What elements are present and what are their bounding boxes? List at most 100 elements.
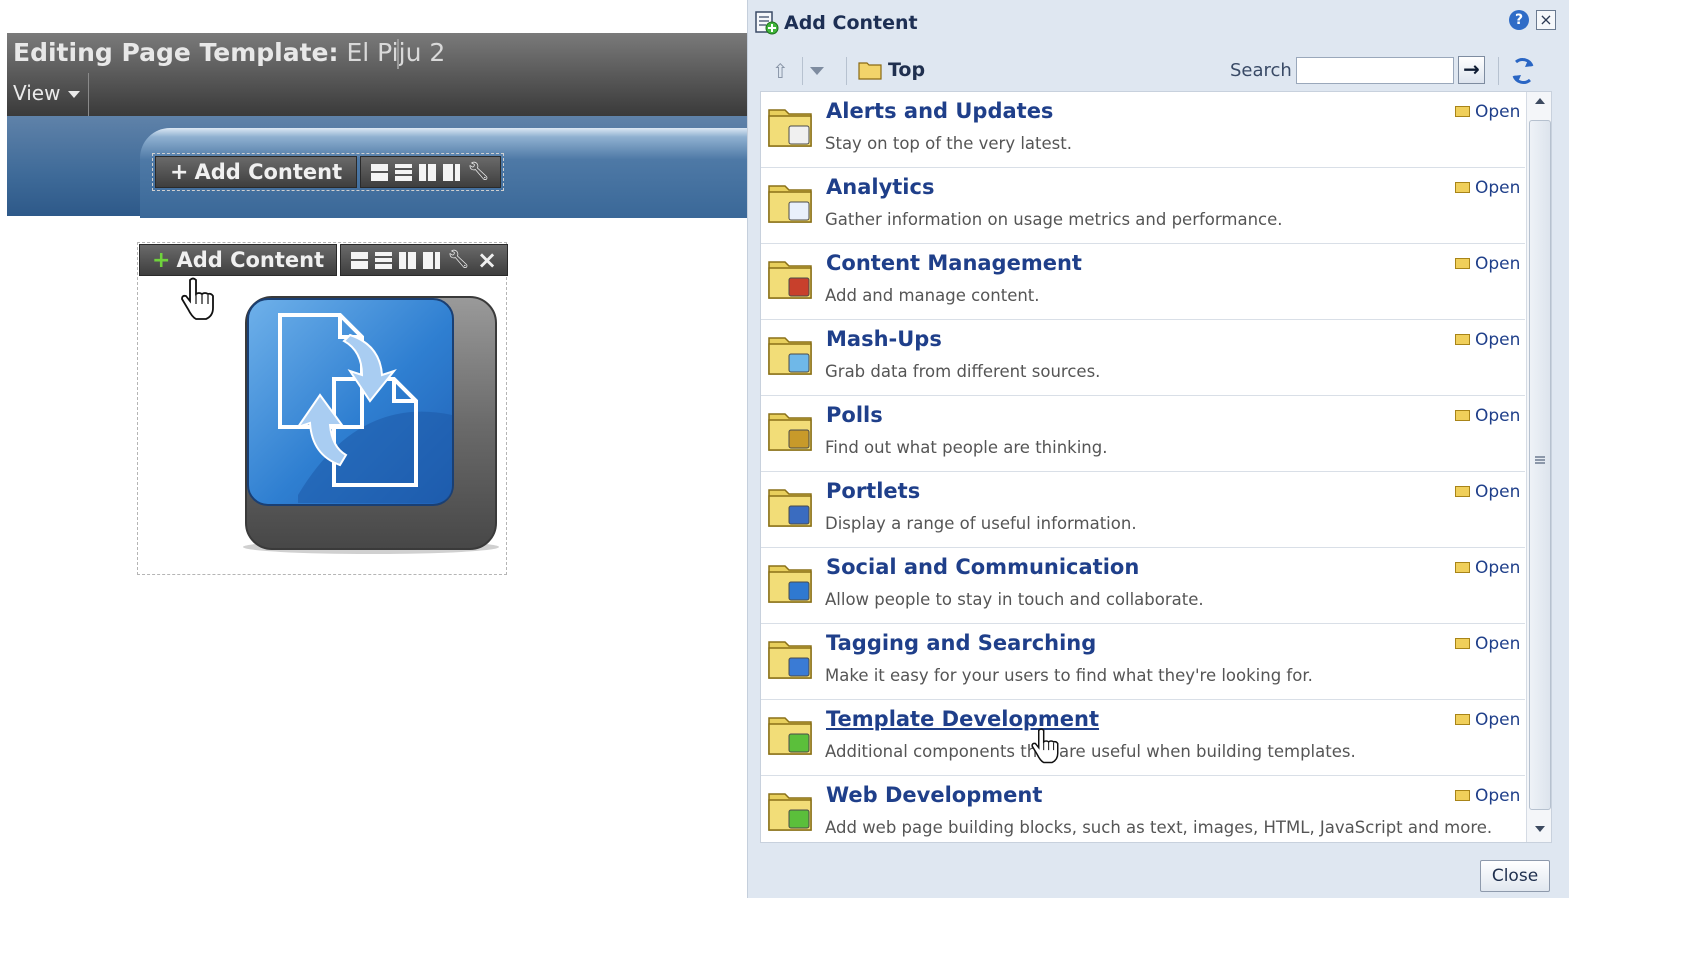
layout-two-columns-icon[interactable] [399,251,417,269]
catalog-list: Alerts and Updates Stay on top of the ver… [760,91,1552,843]
open-link-label: Open [1475,634,1521,654]
breadcrumb-top[interactable]: Top [888,59,925,81]
open-link[interactable]: Open [1455,406,1520,426]
web-folder-icon [768,793,812,831]
catalog-item[interactable]: Content Management Add and manage content… [761,244,1525,320]
open-link[interactable]: Open [1455,178,1520,198]
catalog-item[interactable]: Alerts and Updates Stay on top of the ver… [761,92,1525,168]
catalog-item-description: Find out what people are thinking. [825,438,1108,457]
search-input[interactable] [1296,57,1454,84]
open-folder-icon [1455,561,1470,573]
catalog-item[interactable]: Portlets Display a range of useful inform… [761,472,1525,548]
open-link[interactable]: Open [1455,330,1520,350]
vertical-scrollbar[interactable] [1526,92,1551,842]
wrench-icon[interactable]: 🔧︎ [467,163,490,181]
plus-icon: + [170,159,189,185]
title-separator [397,39,399,69]
open-folder-icon [1455,485,1470,497]
open-link-label: Open [1475,558,1521,578]
content-folder-icon [768,261,812,299]
open-link-label: Open [1475,330,1521,350]
catalog-item-description: Add web page building blocks, such as te… [825,818,1493,837]
catalog-item-title[interactable]: Mash-Ups [826,327,942,351]
open-link[interactable]: Open [1455,558,1520,578]
catalog-item-title[interactable]: Portlets [826,479,920,503]
scroll-up-arrow-icon[interactable] [1535,98,1545,104]
catalog-item-description: Make it easy for your users to find what… [825,666,1313,685]
layout-columns-icon[interactable] [443,163,461,181]
close-icon[interactable]: × [1536,10,1556,30]
catalog-item-title[interactable]: Alerts and Updates [826,99,1053,123]
open-link-label: Open [1475,406,1521,426]
layout-three-rows-icon[interactable] [375,251,393,269]
catalog-item[interactable]: Template Development Additional component… [761,700,1525,776]
open-link[interactable]: Open [1455,634,1520,654]
catalog-item[interactable]: Web Development Add web page building blo… [761,776,1525,842]
view-menu[interactable]: View [7,73,89,116]
help-icon[interactable]: ? [1509,10,1529,30]
catalog-item-description: Display a range of useful information. [825,514,1137,533]
wrench-icon[interactable]: 🔧︎ [447,251,470,269]
analytics-folder-icon [768,185,812,223]
open-folder-icon [1455,789,1470,801]
catalog-item-title[interactable]: Polls [826,403,883,427]
open-folder-icon [1455,105,1470,117]
plus-icon: + [152,247,171,273]
page-title: Editing Page Template: El Piju 2 [13,38,445,67]
catalog-item-description: Add and manage content. [825,286,1040,305]
catalog-item[interactable]: Analytics Gather information on usage met… [761,168,1525,244]
open-link-label: Open [1475,482,1521,502]
layout-three-rows-icon[interactable] [395,163,413,181]
add-content-button[interactable]: + Add Content [155,156,358,188]
catalog-item-title[interactable]: Analytics [826,175,934,199]
catalog-item[interactable]: Tagging and Searching Make it easy for yo… [761,624,1525,700]
catalog-item[interactable]: Mash-Ups Grab data from different sources… [761,320,1525,396]
portlets-folder-icon [768,489,812,527]
add-content-button[interactable]: + Add Content [139,244,338,276]
dialog-title: Add Content [784,12,918,34]
header-region-toolbar: + Add Content 🔧︎ [152,153,504,191]
open-link[interactable]: Open [1455,102,1520,122]
close-button[interactable]: Close [1480,860,1550,892]
open-link[interactable]: Open [1455,482,1520,502]
search-go-button[interactable]: → [1458,56,1485,84]
content-region-toolbar: + Add Content 🔧︎ × [139,244,509,276]
toolbar-separator [846,57,847,85]
add-content-label: Add Content [194,160,343,184]
view-menu-label: View [13,81,61,105]
chevron-down-icon[interactable] [810,67,824,75]
template-folder-icon [768,717,812,755]
open-link-label: Open [1475,178,1521,198]
catalog-item[interactable]: Polls Find out what people are thinking. O… [761,396,1525,472]
catalog-item[interactable]: Social and Communication Allow people to … [761,548,1525,624]
layout-tools: 🔧︎ [360,156,501,188]
refresh-icon[interactable] [1508,56,1538,86]
open-folder-icon [1455,257,1470,269]
open-link[interactable]: Open [1455,254,1520,274]
scroll-grip-icon [1535,456,1545,464]
open-link[interactable]: Open [1455,710,1520,730]
alerts-folder-icon [768,109,812,147]
dialog-toolbar: ⇧ Top Search → [760,53,1560,89]
scrollbar-thumb[interactable] [1529,120,1551,810]
catalog-item-title[interactable]: Web Development [826,783,1042,807]
open-link[interactable]: Open [1455,786,1520,806]
layout-two-columns-icon[interactable] [419,163,437,181]
layout-columns-icon[interactable] [423,251,441,269]
catalog-item-title[interactable]: Tagging and Searching [826,631,1096,655]
layout-two-rows-icon[interactable] [371,163,389,181]
catalog-item-title[interactable]: Content Management [826,251,1082,275]
catalog-item-description: Allow people to stay in touch and collab… [825,590,1204,609]
catalog-item-description: Stay on top of the very latest. [825,134,1072,153]
open-link-label: Open [1475,710,1521,730]
catalog-item-description: Grab data from different sources. [825,362,1101,381]
open-folder-icon [1455,713,1470,725]
open-link-label: Open [1475,786,1521,806]
layout-two-rows-icon[interactable] [351,251,369,269]
chevron-down-icon [68,91,81,98]
close-icon[interactable]: × [477,248,497,272]
scroll-down-arrow-icon[interactable] [1535,826,1545,832]
page-template-image [243,296,499,554]
up-folder-icon[interactable]: ⇧ [772,59,798,83]
catalog-item-title[interactable]: Social and Communication [826,555,1139,579]
